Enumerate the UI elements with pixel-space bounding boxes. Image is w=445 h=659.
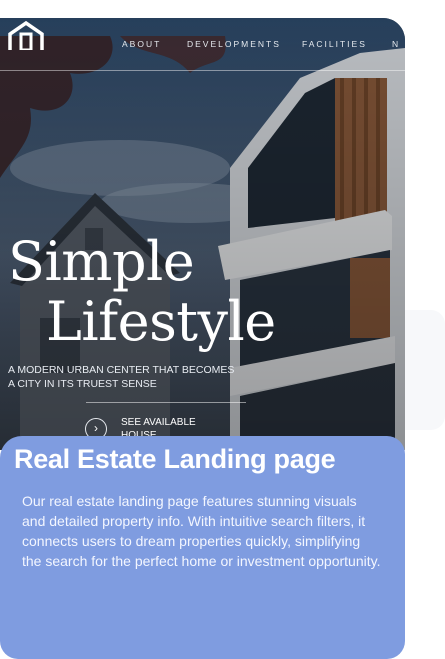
nav-about[interactable]: ABOUT: [122, 39, 161, 49]
cta-divider: [86, 402, 246, 403]
nav-more[interactable]: N: [392, 39, 400, 49]
nav-developments[interactable]: DEVELOPMENTS: [187, 39, 281, 49]
hero-title-line2: Lifestyle: [46, 290, 276, 353]
card-description: Our real estate landing page features st…: [22, 493, 381, 569]
card-title: Real Estate Landing page: [14, 444, 336, 474]
hero-banner: ABOUT DEVELOPMENTS FACILITIES N Simple L…: [0, 18, 405, 450]
hero-tagline: A MODERN URBAN CENTER THAT BECOMES A CIT…: [8, 364, 235, 390]
top-navigation: ABOUT DEVELOPMENTS FACILITIES N: [0, 18, 405, 50]
nav-facilities[interactable]: FACILITIES: [302, 39, 367, 49]
hero-title-line1: Simple: [8, 230, 195, 293]
home-logo-icon[interactable]: [6, 20, 46, 50]
nav-divider: [0, 70, 405, 71]
project-description-card: Real Estate Landing page Our real estate…: [0, 436, 405, 659]
